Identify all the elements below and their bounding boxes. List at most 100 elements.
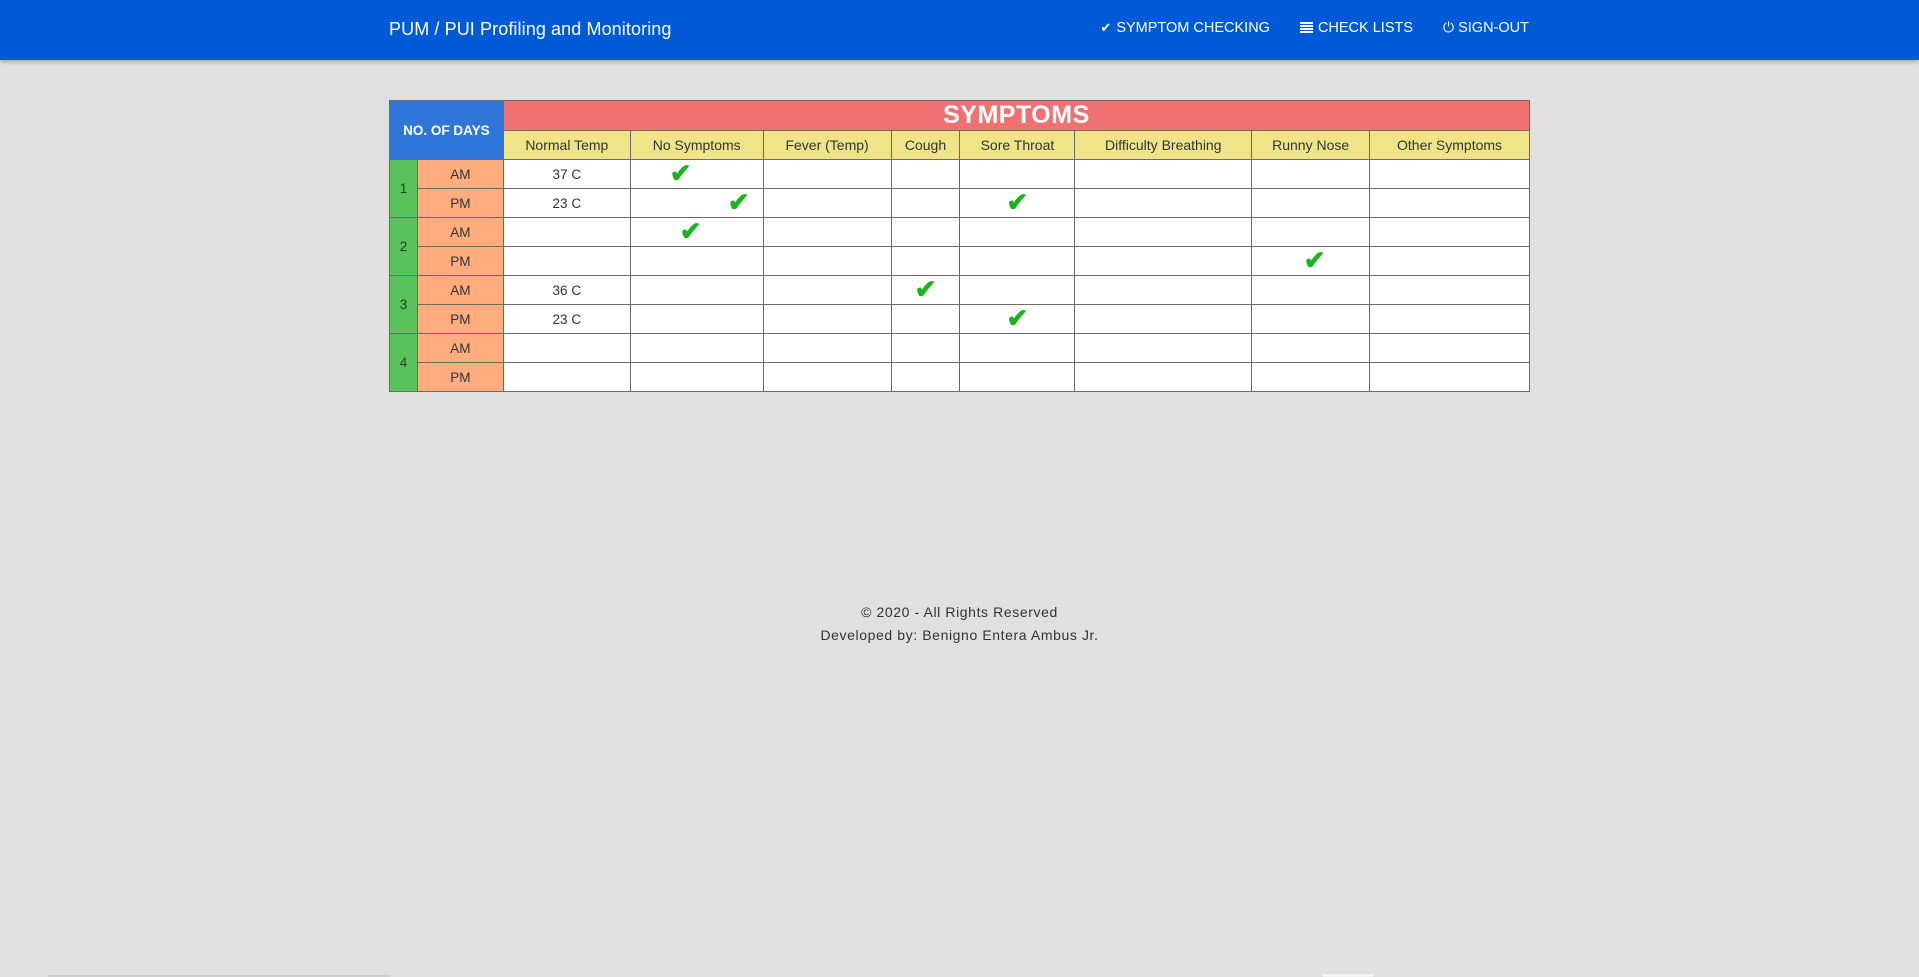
period-label: AM xyxy=(416,217,504,247)
symptom-cell[interactable] xyxy=(890,333,961,363)
symptom-cell[interactable] xyxy=(629,362,764,392)
nav-symptom-checking[interactable]: ✔ SYMPTOM CHECKING xyxy=(1100,19,1270,36)
column-header: Fever (Temp) xyxy=(762,130,892,160)
symptom-cell[interactable] xyxy=(1251,188,1371,218)
table-row: PM xyxy=(390,362,1530,392)
day-number: 3 xyxy=(389,275,418,334)
symptom-cell[interactable] xyxy=(1369,275,1530,305)
symptom-cell[interactable] xyxy=(1074,362,1253,392)
symptom-cell[interactable] xyxy=(762,362,892,392)
table-row: 1 AM 37 C ✔ xyxy=(389,159,1530,218)
symptom-cell[interactable] xyxy=(959,246,1076,276)
symptom-cell[interactable] xyxy=(762,188,892,218)
column-header: Other Symptoms xyxy=(1369,130,1530,160)
symptom-cell[interactable]: ✔ xyxy=(890,274,961,305)
temp-cell[interactable] xyxy=(502,246,631,276)
temp-cell[interactable]: 36 C xyxy=(502,275,631,305)
symptom-cell[interactable]: ✔ xyxy=(959,304,1076,334)
table-row: 4 AM xyxy=(389,333,1530,392)
symptom-cell[interactable] xyxy=(1074,217,1253,247)
symptom-cell[interactable] xyxy=(762,333,892,363)
symptom-cell[interactable] xyxy=(629,333,764,363)
symptom-cell[interactable] xyxy=(1369,246,1530,276)
table-row: 2 AM ✔ xyxy=(389,217,1530,276)
symptom-cell[interactable] xyxy=(959,333,1076,363)
symptom-cell[interactable] xyxy=(1369,304,1530,334)
symptom-cell[interactable] xyxy=(629,304,764,334)
temp-cell[interactable]: 23 C xyxy=(502,304,631,334)
symptom-cell[interactable] xyxy=(1251,159,1371,189)
symptom-cell[interactable] xyxy=(890,304,961,334)
symptom-cell[interactable] xyxy=(1369,362,1530,392)
temp-cell[interactable] xyxy=(502,217,631,247)
temp-cell[interactable] xyxy=(502,362,631,392)
symptom-cell[interactable] xyxy=(1369,188,1530,218)
nav-links: ✔ SYMPTOM CHECKING CHECK LISTS ⏻ SIGN-OU… xyxy=(1070,19,1529,36)
table-row: PM 23 C ✔ xyxy=(390,304,1530,334)
check-mark-icon: ✔ xyxy=(914,274,937,304)
brand-title[interactable]: PUM / PUI Profiling and Monitoring xyxy=(389,19,672,40)
symptom-cell[interactable] xyxy=(959,275,1076,305)
symptom-cell[interactable] xyxy=(1369,159,1530,189)
symptom-cell[interactable] xyxy=(762,246,892,276)
symptom-cell[interactable] xyxy=(762,159,892,189)
nav-check-lists[interactable]: CHECK LISTS xyxy=(1299,19,1414,36)
symptom-cell[interactable] xyxy=(762,275,892,305)
symptom-cell[interactable] xyxy=(1251,362,1371,392)
column-header: Normal Temp xyxy=(502,130,631,160)
symptom-cell[interactable] xyxy=(890,362,961,392)
day-number: 2 xyxy=(389,217,418,276)
symptom-cell[interactable] xyxy=(762,217,892,247)
period-label: PM xyxy=(416,188,504,218)
symptom-cell[interactable] xyxy=(1251,275,1371,305)
symptom-cell[interactable] xyxy=(629,275,764,305)
column-header: No Symptoms xyxy=(629,130,764,160)
symptom-cell[interactable] xyxy=(890,188,961,218)
nav-sign-out-label: SIGN-OUT xyxy=(1458,19,1529,36)
symptom-cell[interactable] xyxy=(959,362,1076,392)
symptom-cell[interactable] xyxy=(959,159,1076,189)
temp-cell[interactable]: 23 C xyxy=(502,188,631,218)
period-label: PM xyxy=(416,362,504,392)
symptom-cell[interactable] xyxy=(959,217,1076,247)
days-header: NO. OF DAYS xyxy=(389,100,504,160)
nav-check-lists-label: CHECK LISTS xyxy=(1317,19,1414,36)
symptom-cell[interactable] xyxy=(1369,333,1530,363)
check-mark-icon: ✔ xyxy=(727,187,750,217)
symptom-cell[interactable] xyxy=(762,304,892,334)
nav-sign-out[interactable]: ⏻ SIGN-OUT xyxy=(1443,19,1529,36)
power-icon: ⏻ xyxy=(1443,19,1455,35)
symptom-cell[interactable] xyxy=(1369,217,1530,247)
symptom-cell[interactable] xyxy=(629,246,764,276)
nav-symptom-checking-label: SYMPTOM CHECKING xyxy=(1116,19,1270,36)
symptom-cell[interactable]: ✔ xyxy=(1251,246,1371,276)
temp-cell[interactable]: 37 C xyxy=(502,159,631,189)
check-icon: ✔ xyxy=(1100,19,1112,35)
symptom-cell[interactable] xyxy=(1251,217,1371,247)
column-header: Runny Nose xyxy=(1251,130,1371,160)
symptom-cell[interactable] xyxy=(1074,304,1253,334)
symptom-cell[interactable]: ✔ xyxy=(629,217,764,247)
period-label: AM xyxy=(416,159,504,189)
symptom-cell[interactable] xyxy=(1074,333,1253,363)
symptom-cell[interactable] xyxy=(1251,333,1371,363)
period-label: AM xyxy=(416,333,504,363)
symptom-cell[interactable] xyxy=(890,217,961,247)
column-header: Cough xyxy=(890,130,961,160)
period-label: PM xyxy=(416,246,504,276)
symptom-cell[interactable] xyxy=(890,246,961,276)
symptom-cell[interactable]: ✔ xyxy=(959,188,1076,218)
symptom-cell[interactable] xyxy=(1074,275,1253,305)
period-label: AM xyxy=(416,275,504,305)
symptom-cell[interactable] xyxy=(1074,159,1253,189)
table-row: PM ✔ xyxy=(390,246,1530,276)
symptom-cell[interactable]: ✔ xyxy=(629,159,764,189)
symptom-cell[interactable] xyxy=(1074,246,1253,276)
temp-cell[interactable] xyxy=(502,333,631,363)
symptom-cell[interactable] xyxy=(890,159,961,189)
symptom-cell[interactable] xyxy=(1074,188,1253,218)
copyright-text: © 2020 - All Rights Reserved xyxy=(861,604,1058,620)
symptom-cell[interactable]: ✔ xyxy=(629,187,764,218)
symptom-cell[interactable] xyxy=(1251,304,1371,334)
symptoms-table: NO. OF DAYS SYMPTOMS Normal Temp No Sympt… xyxy=(389,100,1531,392)
